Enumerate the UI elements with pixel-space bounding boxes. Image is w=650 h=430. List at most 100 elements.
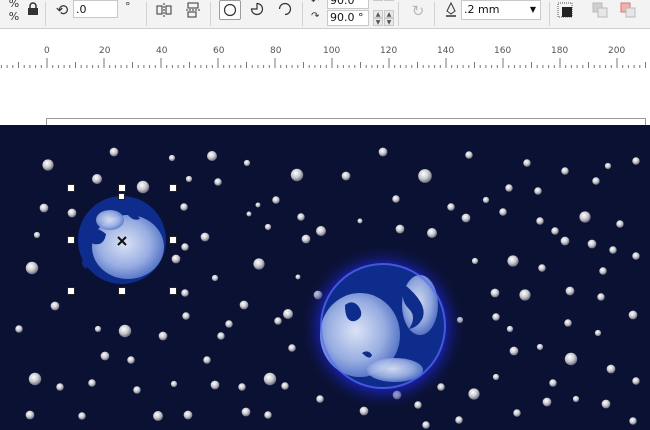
outline-width-value: .2 mm <box>464 3 500 16</box>
outline-width-select[interactable]: .2 mm ▼ <box>461 0 541 20</box>
end-angle-input[interactable]: 90.0 ° <box>327 10 369 26</box>
star <box>225 320 233 328</box>
star <box>378 147 388 157</box>
star <box>288 344 296 352</box>
wrap-text-icon[interactable] <box>557 2 573 18</box>
star <box>341 171 351 181</box>
start-angle-spin-up-2[interactable]: ▲ <box>384 0 394 1</box>
large-planet[interactable] <box>300 244 466 410</box>
horizontal-ruler[interactable]: 0 20 40 60 80 100 120 140 160 180 200 <box>0 44 650 69</box>
star <box>118 324 132 338</box>
star <box>471 257 479 265</box>
selection-handle-bottom-left[interactable] <box>67 287 75 295</box>
star <box>418 169 432 183</box>
star <box>42 159 54 171</box>
selection-handle-bottom-right[interactable] <box>169 287 177 295</box>
star <box>171 254 181 264</box>
star <box>67 208 77 218</box>
chevron-down-icon: ▼ <box>529 5 536 14</box>
star <box>78 412 86 420</box>
star <box>507 255 519 267</box>
toolbar-separator <box>146 2 147 26</box>
mirror-vertical-icon[interactable] <box>185 2 201 18</box>
node-handle[interactable] <box>118 193 125 200</box>
end-angle-spin-down-2[interactable]: ▼ <box>384 18 394 26</box>
star <box>158 331 168 341</box>
ellipse-mode-button[interactable] <box>219 0 241 20</box>
selection-handle-top-right[interactable] <box>169 184 177 192</box>
ruler-label: 180 <box>551 46 569 56</box>
star <box>264 223 272 231</box>
rotation-angle-input[interactable]: .0 <box>73 0 118 18</box>
ruler-label: 100 <box>323 46 341 56</box>
star <box>505 184 513 192</box>
star <box>592 177 600 185</box>
planet-clouds <box>96 210 124 230</box>
pen-outline-icon <box>443 1 459 18</box>
mirror-horizontal-icon[interactable] <box>156 2 172 18</box>
star <box>465 151 473 159</box>
star <box>243 159 251 167</box>
star <box>281 382 289 390</box>
star <box>33 231 41 239</box>
toolbar-separator <box>210 2 211 26</box>
star <box>15 325 23 333</box>
star <box>572 395 580 403</box>
percent-label-bottom: % <box>8 10 20 23</box>
star <box>168 154 176 162</box>
star <box>609 246 617 254</box>
star <box>283 309 293 319</box>
star <box>561 167 569 175</box>
to-front-icon[interactable] <box>592 2 608 18</box>
start-angle-icon: ↶ <box>311 0 320 7</box>
toolbar-separator <box>45 2 46 26</box>
start-angle-spin-up[interactable]: ▲ <box>373 0 383 1</box>
star <box>100 351 110 361</box>
arc-icon[interactable] <box>277 2 293 18</box>
pie-icon[interactable] <box>249 2 265 18</box>
star <box>25 410 35 420</box>
star <box>316 395 324 403</box>
star <box>239 300 249 310</box>
star <box>238 383 246 391</box>
star <box>295 274 301 280</box>
ruler-label: 0 <box>44 46 50 56</box>
selection-handle-right[interactable] <box>169 236 177 244</box>
to-back-icon[interactable] <box>620 2 636 18</box>
star <box>127 356 135 364</box>
toolbar-separator <box>302 2 303 26</box>
direction-toggle-icon[interactable]: ↻ <box>410 3 426 19</box>
star <box>211 274 219 282</box>
toolbar-separator <box>398 2 399 26</box>
selection-handle-top-left[interactable] <box>67 184 75 192</box>
drawing-window[interactable] <box>0 68 650 124</box>
selection-handle-left[interactable] <box>67 236 75 244</box>
selection-handle-top[interactable] <box>118 184 126 192</box>
star <box>136 180 150 194</box>
star <box>253 258 265 270</box>
end-angle-spin-down[interactable]: ▼ <box>373 18 383 26</box>
star <box>482 196 490 204</box>
star <box>551 227 559 235</box>
star <box>180 203 188 211</box>
star <box>499 208 507 216</box>
ruler-label: 20 <box>99 46 111 56</box>
star <box>185 175 193 183</box>
ruler-label: 60 <box>213 46 225 56</box>
end-angle-icon: ↷ <box>311 11 320 22</box>
star <box>587 239 597 249</box>
star <box>629 417 637 425</box>
star <box>392 195 400 203</box>
star <box>263 372 277 386</box>
star <box>183 410 193 420</box>
lock-icon[interactable] <box>25 2 41 18</box>
selection-handle-bottom[interactable] <box>118 287 126 295</box>
star <box>200 232 210 242</box>
night-sky-canvas[interactable] <box>0 125 650 430</box>
star <box>207 151 217 161</box>
end-angle-spin-up-2[interactable]: ▲ <box>384 10 394 18</box>
end-angle-spin-up[interactable]: ▲ <box>373 10 383 18</box>
start-angle-input[interactable]: 90.0 <box>327 0 369 9</box>
star <box>422 421 430 429</box>
star <box>301 234 311 244</box>
